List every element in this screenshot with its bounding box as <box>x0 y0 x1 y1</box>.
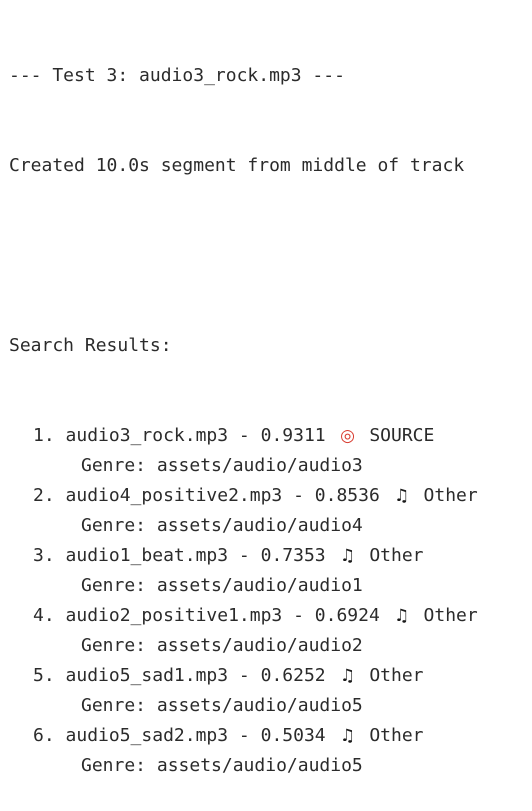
result-score: 0.9311 <box>260 425 326 446</box>
result-separator: - <box>228 665 261 686</box>
result-separator: - <box>228 425 261 446</box>
result-score: 0.7353 <box>260 545 326 566</box>
result-tag: Other <box>423 485 478 506</box>
result-score: 0.6924 <box>314 605 380 626</box>
result-item: 5. audio5_sad1.mp3 - 0.6252 ♫ Other <box>9 661 532 691</box>
result-score: 0.5034 <box>260 725 326 746</box>
result-filename: audio3_rock.mp3 <box>65 425 229 446</box>
music-note-icon: ♫ <box>339 666 356 686</box>
music-note-icon: ♫ <box>394 606 410 626</box>
result-genre: Genre: assets/audio/audio3 <box>81 455 363 476</box>
test-header-line: --- Test 3: audio3_rock.mp3 --- <box>9 65 345 86</box>
result-score: 0.6252 <box>260 665 326 686</box>
result-separator: - <box>228 545 261 566</box>
result-genre: Genre: assets/audio/audio5 <box>81 695 363 716</box>
result-genre: Genre: assets/audio/audio2 <box>81 635 363 656</box>
results-list: 1. audio3_rock.mp3 - 0.9311 ◎ SOURCE Genr… <box>9 421 532 781</box>
result-filename: audio5_sad2.mp3 <box>65 725 229 746</box>
result-tag: Other <box>369 545 424 566</box>
result-separator: - <box>282 485 315 506</box>
result-rank: 4. <box>33 605 55 626</box>
result-rank: 5. <box>33 665 55 686</box>
terminal-output: --- Test 3: audio3_rock.mp3 --- Created … <box>0 0 532 776</box>
result-filename: audio2_positive1.mp3 <box>65 605 283 626</box>
search-results-heading: Search Results: <box>9 335 172 356</box>
result-item: 1. audio3_rock.mp3 - 0.9311 ◎ SOURCE <box>9 421 532 451</box>
result-rank: 1. <box>33 425 55 446</box>
result-filename: audio4_positive2.mp3 <box>65 485 283 506</box>
result-separator: - <box>228 725 261 746</box>
result-genre: Genre: assets/audio/audio4 <box>81 515 363 536</box>
result-item: 4. audio2_positive1.mp3 - 0.6924 ♫ Other <box>9 601 532 631</box>
result-rank: 2. <box>33 485 55 506</box>
music-note-icon: ♫ <box>394 486 410 506</box>
result-tag: Other <box>369 665 424 686</box>
result-item: 6. audio5_sad2.mp3 - 0.5034 ♫ Other <box>9 721 532 751</box>
result-rank: 3. <box>33 545 55 566</box>
result-filename: audio5_sad1.mp3 <box>65 665 229 686</box>
music-note-icon: ♫ <box>339 726 356 746</box>
result-genre: Genre: assets/audio/audio5 <box>81 755 363 776</box>
created-segment-line: Created 10.0s segment from middle of tra… <box>9 155 465 176</box>
result-score: 0.8536 <box>314 485 380 506</box>
result-rank: 6. <box>33 725 55 746</box>
result-tag: Other <box>423 605 478 626</box>
music-note-icon: ♫ <box>339 546 356 566</box>
result-tag: SOURCE <box>369 425 435 446</box>
result-separator: - <box>282 605 315 626</box>
target-icon: ◎ <box>340 426 355 446</box>
result-tag: Other <box>369 725 424 746</box>
result-filename: audio1_beat.mp3 <box>65 545 229 566</box>
result-genre: Genre: assets/audio/audio1 <box>81 575 363 596</box>
result-item: 3. audio1_beat.mp3 - 0.7353 ♫ Other <box>9 541 532 571</box>
result-item: 2. audio4_positive2.mp3 - 0.8536 ♫ Other <box>9 481 532 511</box>
